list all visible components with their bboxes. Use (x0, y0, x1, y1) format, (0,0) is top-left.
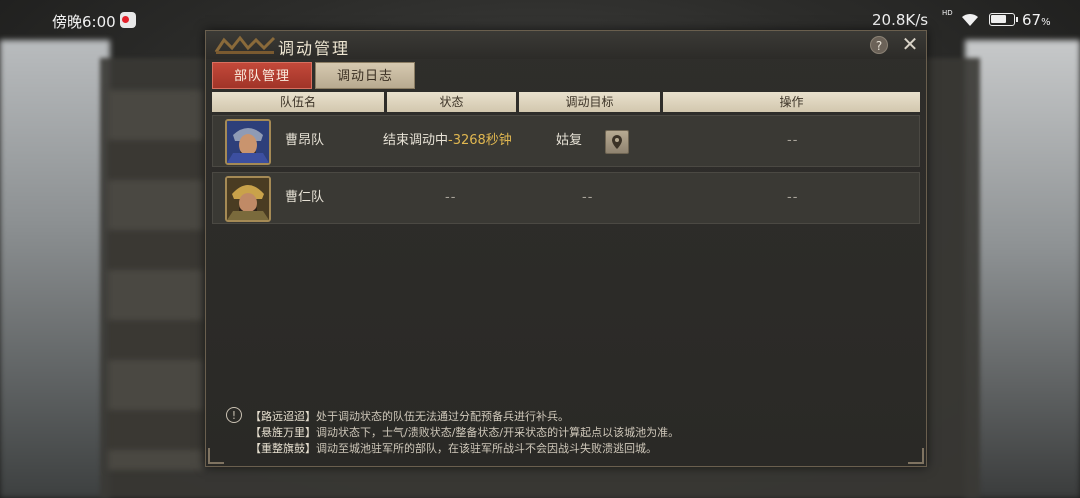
transfer-target: 姑复 (556, 133, 583, 148)
team-name: 曹仁队 (285, 190, 325, 205)
team-name: 曹昂队 (285, 133, 325, 148)
notification-app-icon (120, 12, 136, 28)
background-sidebar (108, 90, 203, 470)
status-countdown: -3268秒钟 (448, 133, 512, 148)
corner-ornament (908, 448, 924, 464)
table-row[interactable]: 曹昂队 结束调动中-3268秒钟 姑复 -- (212, 115, 920, 167)
note-line: 【悬旌万里】调动状态下，士气/溃败状态/整备状态/开采状态的计算起点以该城池为准… (250, 426, 680, 439)
table-row[interactable]: 曹仁队 -- -- -- (212, 172, 920, 224)
transfer-target: -- (582, 190, 594, 205)
corner-ornament (208, 448, 224, 464)
team-action: -- (787, 133, 799, 148)
note-line: 【路远迢迢】处于调动状态的队伍无法通过分配预备兵进行补兵。 (250, 410, 569, 423)
table-header: 队伍名 状态 调动目标 操作 (212, 92, 920, 112)
transfer-management-dialog: 调动管理 ? ✕ 部队管理 调动日志 队伍名 状态 调动目标 操作 曹昂队 结束… (205, 30, 927, 467)
battery-percent: 67% (1022, 11, 1051, 29)
network-speed: 20.8K/s (872, 11, 929, 29)
dialog-emblem-icon (214, 35, 276, 54)
tab-transfer-log[interactable]: 调动日志 (315, 62, 415, 89)
battery-icon (989, 13, 1018, 26)
background-mountains-left (0, 40, 110, 498)
team-action: -- (787, 190, 799, 205)
tab-troop-management[interactable]: 部队管理 (212, 62, 312, 89)
column-header-team-name: 队伍名 (212, 92, 384, 112)
background-mountains-right (965, 40, 1080, 498)
column-header-action: 操作 (663, 92, 920, 112)
help-button[interactable]: ? (870, 36, 888, 54)
column-header-target: 调动目标 (519, 92, 660, 112)
general-portrait-icon[interactable] (225, 119, 271, 165)
close-button[interactable]: ✕ (900, 34, 920, 54)
info-icon: ! (226, 407, 242, 423)
hd-indicator: HD (942, 9, 953, 17)
dialog-header: 调动管理 ? ✕ (206, 31, 926, 59)
note-line: 【重整旗鼓】调动至城池驻军所的部队，在该驻军所战斗不会因战斗失败溃逃回城。 (250, 442, 657, 455)
dialog-title: 调动管理 (278, 39, 351, 58)
general-portrait-icon[interactable] (225, 176, 271, 222)
column-header-status: 状态 (387, 92, 516, 112)
locate-target-button[interactable] (605, 130, 629, 154)
team-status: 结束调动中-3268秒钟 (383, 133, 512, 148)
status-time: 傍晚6:00 (52, 13, 116, 31)
team-status: -- (445, 190, 457, 205)
location-pin-icon (612, 135, 622, 149)
wifi-icon (962, 13, 978, 26)
